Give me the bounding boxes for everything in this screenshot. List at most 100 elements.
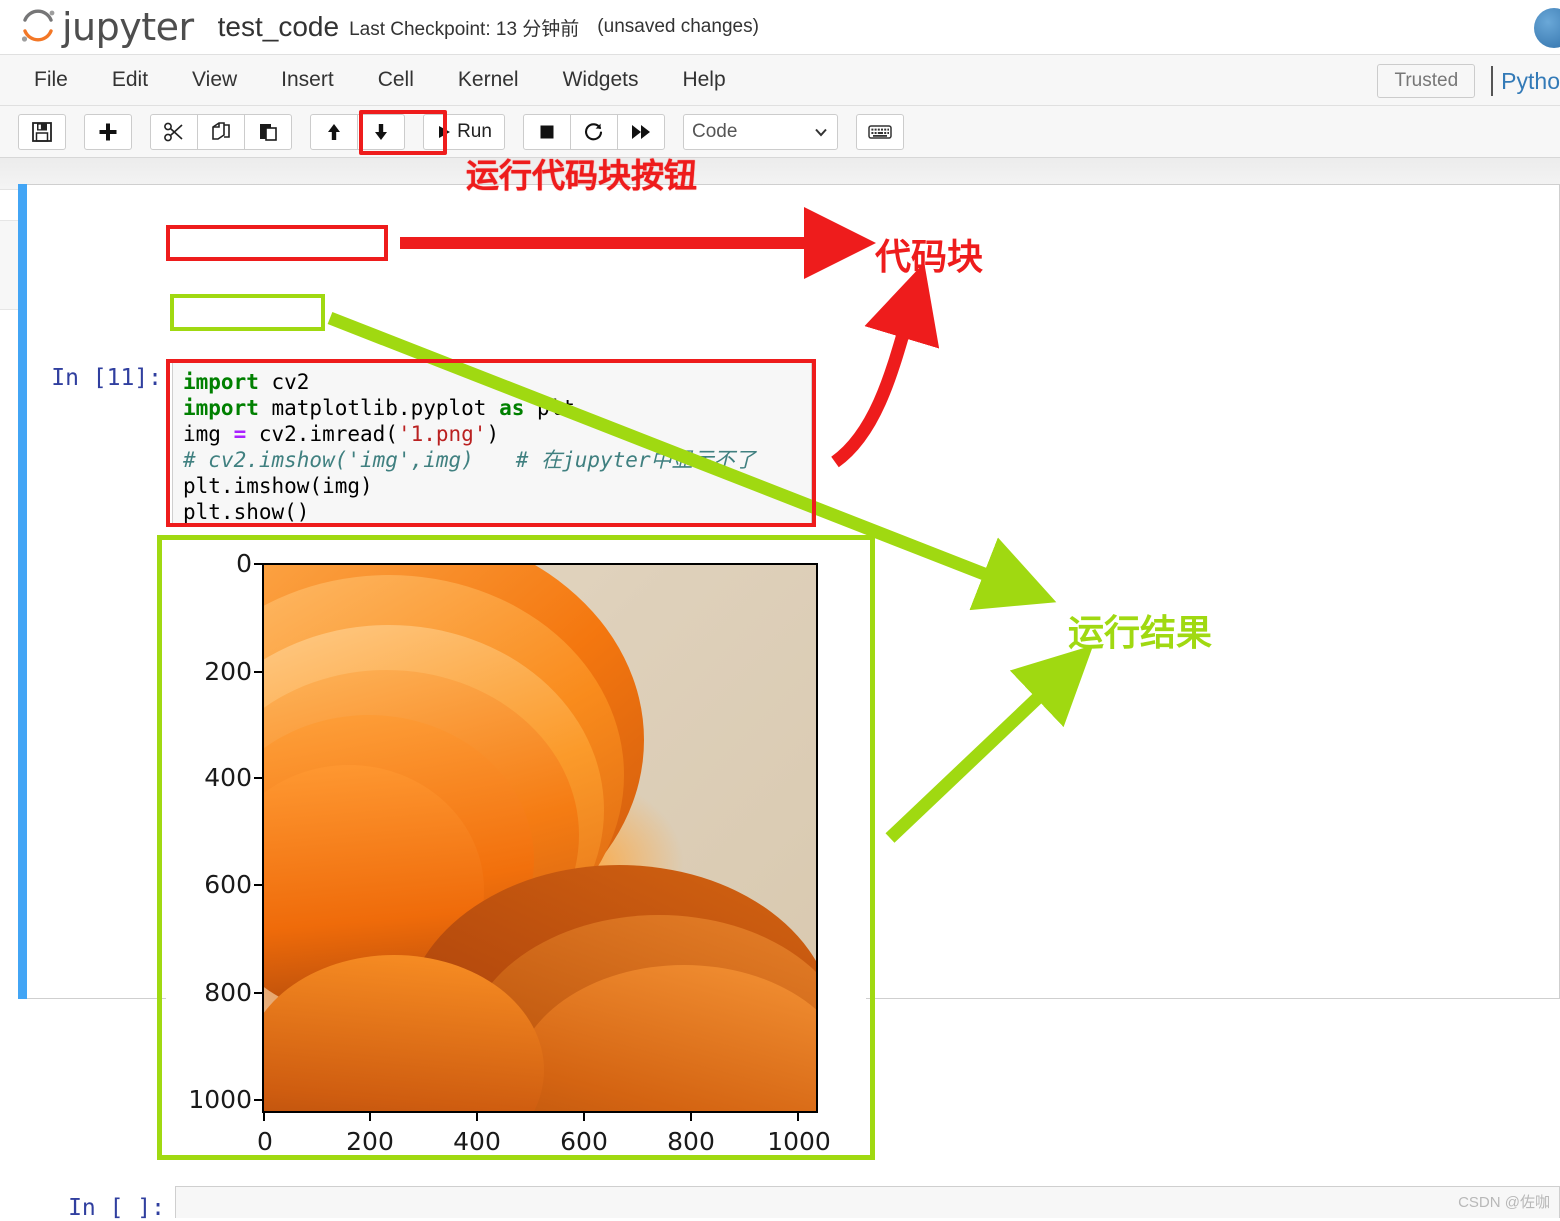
cell-2-l3-p3: ) (486, 422, 500, 446)
notebook-name[interactable]: test_code (218, 11, 339, 43)
menu-item-file[interactable]: File (12, 64, 90, 96)
arrow-down-icon (375, 123, 387, 140)
toolbar-group-kernel (523, 113, 665, 150)
command-palette-button[interactable] (856, 113, 904, 150)
y-tick-label-200: 200 (204, 657, 252, 686)
cell-type-select[interactable]: Code (683, 113, 838, 150)
trusted-badge[interactable]: Trusted (1377, 64, 1476, 98)
cell-2-code-line-1: import cv2 (183, 369, 801, 395)
x-tick-label-400: 400 (453, 1127, 501, 1156)
paste-icon (260, 123, 277, 141)
cell-2-code-line-2: import matplotlib.pyplot as plt (183, 395, 801, 421)
code-cell-3-input-area[interactable] (175, 1186, 1560, 1218)
toolbar-group-shortcuts (856, 113, 904, 150)
menu-item-kernel[interactable]: Kernel (436, 64, 541, 96)
y-tick-mark-0 (254, 563, 262, 565)
jupyter-logo[interactable]: jupyter (18, 7, 194, 47)
checkpoint-status: Last Checkpoint: 13 分钟前 (349, 18, 580, 40)
y-tick-label-0: 0 (236, 549, 252, 578)
x-tick-label-800: 800 (667, 1127, 715, 1156)
cell-2-selection-bar (18, 184, 27, 999)
user-avatar-icon[interactable] (1534, 8, 1560, 48)
cell-2-input-area[interactable]: import cv2 import matplotlib.pyplot as p… (172, 362, 812, 524)
dirty-indicator: (unsaved changes) (597, 16, 759, 37)
move-cell-down-button[interactable] (357, 113, 405, 150)
x-tick-mark-600 (583, 1113, 585, 1121)
menu-item-widgets[interactable]: Widgets (541, 64, 661, 96)
paste-button[interactable] (244, 113, 292, 150)
arrow-up-icon (328, 123, 340, 140)
run-button[interactable]: Run (423, 113, 505, 150)
annotation-label-run-result: 运行结果 (1068, 613, 1213, 654)
cell-type-value: Code (692, 120, 738, 142)
y-tick-mark-1000 (254, 1099, 262, 1101)
run-button-label: Run (457, 120, 492, 142)
x-tick-mark-800 (690, 1113, 692, 1121)
cell-3-input-prompt: In [ ]: (68, 1195, 165, 1221)
x-tick-label-1000: 1000 (767, 1127, 831, 1156)
x-tick-label-600: 600 (560, 1127, 608, 1156)
insert-cell-button[interactable] (84, 113, 132, 150)
y-tick-mark-600 (254, 884, 262, 886)
fast-forward-icon (632, 124, 650, 139)
cell-2-code-line-4: # cv2.imshow('img',img) # 在jupyter中显示不了 (183, 447, 801, 473)
menu-item-view[interactable]: View (170, 64, 259, 96)
interrupt-kernel-button[interactable] (523, 113, 571, 150)
restart-kernel-button[interactable] (570, 113, 618, 150)
copy-icon (212, 121, 230, 140)
x-tick-mark-1000 (797, 1113, 799, 1121)
y-tick-label-400: 400 (204, 763, 252, 792)
menu-item-help[interactable]: Help (660, 64, 747, 96)
cell-2-l3-str: '1.png' (397, 422, 487, 446)
jupyter-wordmark: jupyter (62, 5, 194, 49)
cell-2-comment-2: # 在jupyter中显示不了 (515, 448, 756, 472)
cell-2-l3-p2: cv2.imread( (246, 422, 398, 446)
cell-2-code-line-6: plt.show() (183, 500, 310, 524)
cell-2-l2-rest: matplotlib.pyplot (258, 396, 500, 420)
restart-circle-icon (585, 122, 603, 140)
kw-as: as (499, 396, 525, 420)
cell-2-code-line-3: img = cv2.imread('1.png') (183, 421, 801, 447)
keyboard-icon (868, 124, 892, 139)
kernel-indicator[interactable]: Pytho (1501, 68, 1560, 95)
menu-item-edit[interactable]: Edit (90, 64, 170, 96)
header-right-area (1534, 8, 1560, 48)
menu-item-insert[interactable]: Insert (259, 64, 356, 96)
kw-import-1: import (183, 370, 259, 394)
y-tick-mark-800 (254, 992, 262, 994)
toolbar-group-move (310, 113, 405, 150)
menu-bar: File Edit View Insert Cell Kernel Widget… (0, 54, 1560, 106)
y-tick-mark-200 (254, 671, 262, 673)
save-button[interactable] (18, 113, 66, 150)
y-tick-label-600: 600 (204, 870, 252, 899)
move-cell-up-button[interactable] (310, 113, 358, 150)
cell-2-comment-1: # cv2.imshow('img',img) (183, 448, 474, 472)
notebook-header: jupyter test_code Last Checkpoint: 13 分钟… (0, 0, 1560, 54)
chevron-down-icon (815, 128, 827, 136)
y-tick-label-800: 800 (204, 978, 252, 1007)
menubar-divider (1491, 66, 1494, 96)
annotation-label-code-block: 代码块 (875, 237, 984, 278)
stop-square-icon (540, 125, 554, 138)
restart-run-all-button[interactable] (617, 113, 665, 150)
toolbar-group-clipboard (150, 113, 292, 150)
x-tick-mark-400 (476, 1113, 478, 1121)
menubar-right-area: Trusted Pytho (1377, 55, 1560, 107)
toolbar-group-save (18, 113, 66, 150)
menu-item-cell[interactable]: Cell (356, 64, 436, 96)
x-tick-label-200: 200 (346, 1127, 394, 1156)
x-tick-mark-0 (263, 1113, 265, 1121)
add-cell-icon (99, 123, 117, 140)
save-icon (32, 121, 52, 142)
x-tick-mark-200 (369, 1113, 371, 1121)
cell-2-l2-rest2: plt (524, 396, 575, 420)
csdn-watermark: CSDN @佐咖 (1458, 1194, 1550, 1211)
toolbar: Run Code (0, 106, 1560, 158)
y-tick-label-1000: 1000 (188, 1085, 252, 1114)
cut-button[interactable] (150, 113, 198, 150)
toolbar-group-insert (84, 113, 132, 150)
cell-2-l1-rest: cv2 (258, 370, 310, 394)
plot-axes (262, 563, 818, 1113)
cell-2-input-prompt: In [11]: (51, 365, 162, 391)
copy-button[interactable] (197, 113, 245, 150)
